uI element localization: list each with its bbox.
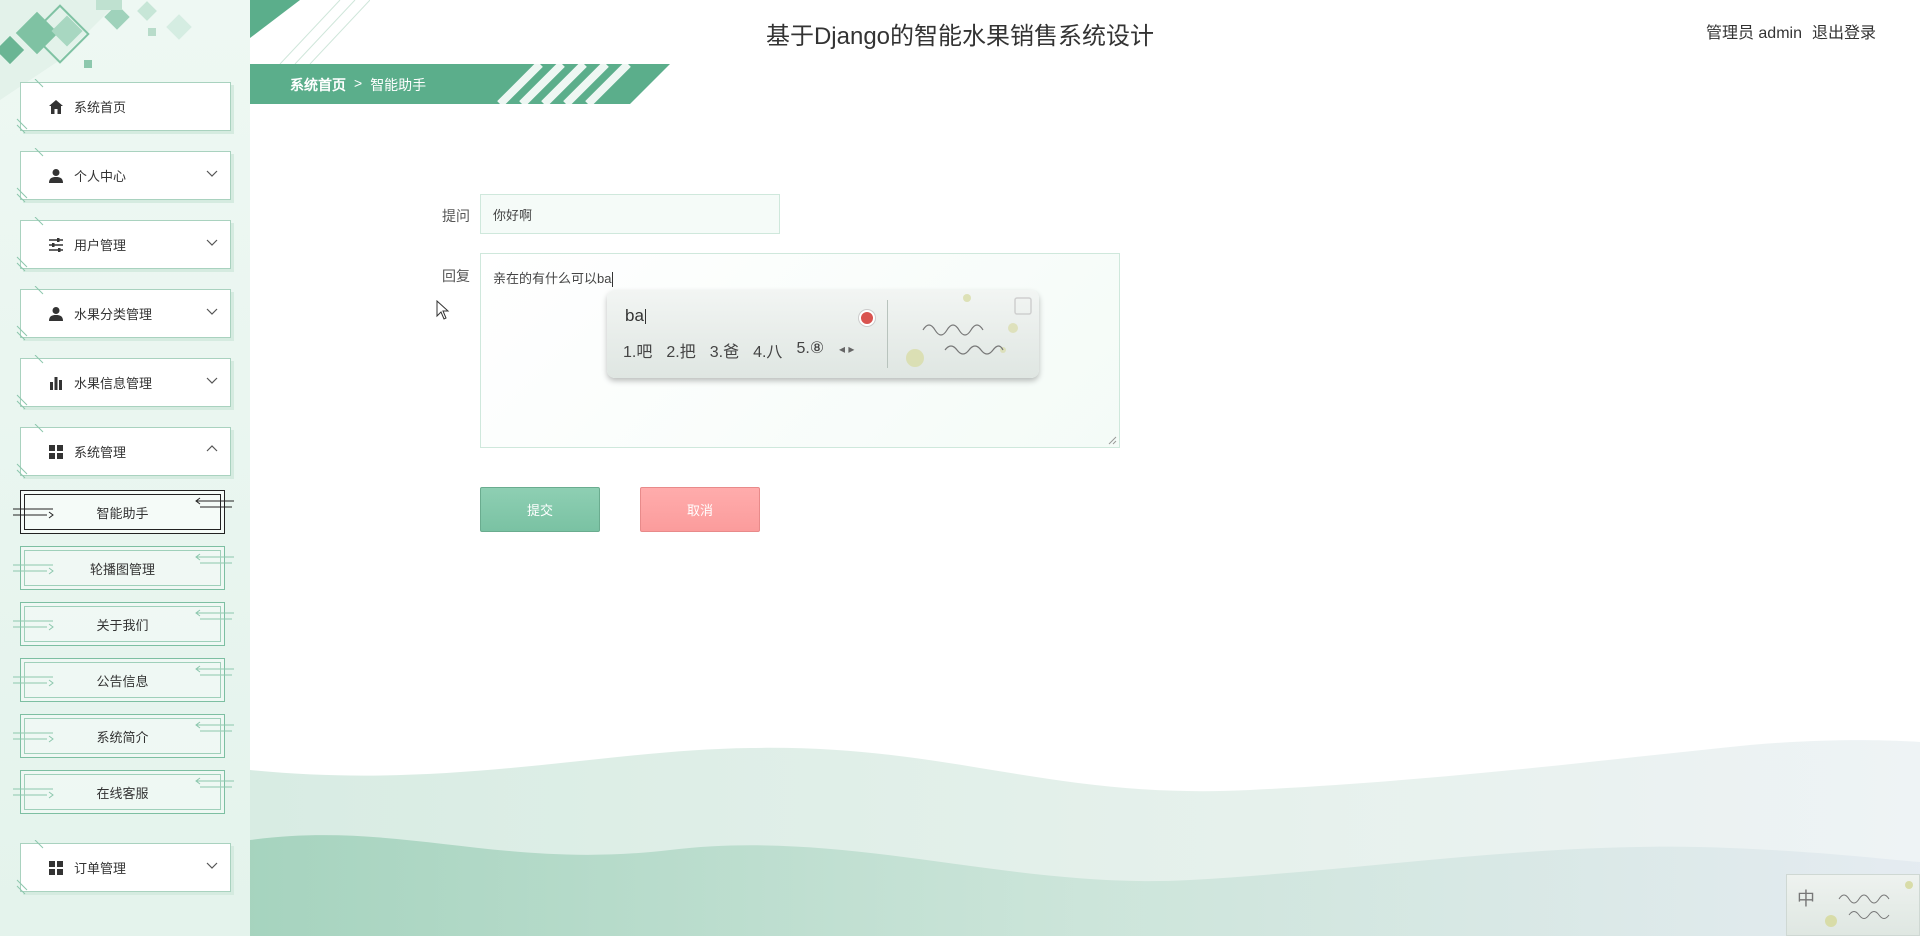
arrow-decoration: [13, 564, 54, 575]
arrow-decoration: [13, 676, 54, 687]
menu-decoration: [16, 217, 44, 272]
sliders-icon: [47, 236, 65, 254]
sidebar-item-label: 用户管理: [74, 238, 127, 253]
breadcrumb-current: 智能助手: [370, 77, 427, 93]
ime-typed-text: ba: [625, 306, 646, 325]
user-icon: [47, 305, 65, 323]
sidebar-item-fruit-category[interactable]: 水果分类管理: [16, 286, 231, 341]
ime-candidate[interactable]: 1.吧: [623, 338, 652, 362]
sidebar-item-user-management[interactable]: 用户管理: [16, 217, 231, 272]
sidebar-item-fruit-info[interactable]: 水果信息管理: [16, 355, 231, 410]
sidebar-subitem-label: 轮播图管理: [89, 561, 155, 577]
question-input[interactable]: 你好啊: [480, 194, 780, 234]
reply-label: 回复: [442, 268, 470, 284]
submit-button[interactable]: 提交: [480, 487, 600, 532]
arrow-decoration: [195, 497, 234, 508]
grid-icon: [47, 859, 65, 877]
text-caret: [612, 272, 614, 288]
sidebar-item-label: 订单管理: [74, 861, 127, 876]
sidebar-item-label: 系统管理: [74, 445, 127, 460]
bar-chart-icon: [47, 374, 65, 392]
ime-candidate-popup: ba 1.吧 2.把 3.爸 4.八 5.⑧ ◂ ▸: [607, 290, 1039, 378]
arrow-decoration: [13, 508, 54, 519]
grid-icon: [47, 443, 65, 461]
ime-skin-artwork: [906, 294, 1032, 367]
sidebar-subitem-carousel[interactable]: 轮播图管理: [13, 546, 234, 590]
sidebar: 系统首页 个人中心 用户管理 水果分类管理 水果信息管理 系统管理 智能助手 轮…: [0, 0, 250, 936]
arrow-decoration: [195, 777, 234, 788]
ime-candidates: 1.吧 2.把 3.爸 4.八 5.⑧: [623, 338, 824, 362]
breadcrumb-home[interactable]: 系统首页: [290, 75, 346, 95]
user-area: 管理员 admin 退出登录: [1706, 19, 1876, 43]
resize-handle-icon[interactable]: [1107, 435, 1117, 445]
arrow-decoration: [13, 620, 54, 631]
sidebar-subitem-label: 关于我们: [96, 617, 149, 633]
sidebar-item-system-management[interactable]: 系统管理: [16, 424, 231, 479]
menu-decoration: [16, 424, 44, 479]
chevron-down-icon: [206, 170, 218, 177]
sidebar-item-home[interactable]: 系统首页: [16, 79, 231, 134]
ime-candidate[interactable]: 3.爸: [710, 338, 739, 362]
arrow-decoration: [13, 788, 54, 799]
ime-candidate[interactable]: 5.⑧: [796, 338, 824, 362]
logout-link[interactable]: 退出登录: [1812, 19, 1876, 43]
ime-divider: [887, 300, 888, 368]
menu-decoration: [16, 355, 44, 410]
ime-candidate[interactable]: 2.把: [666, 338, 695, 362]
sidebar-subitem-label: 智能助手: [96, 505, 149, 521]
sidebar-subitem-label: 在线客服: [96, 785, 149, 801]
sidebar-item-label: 水果信息管理: [74, 376, 153, 391]
sidebar-subitem-label: 公告信息: [96, 673, 149, 689]
chevron-down-icon: [206, 308, 218, 315]
chevron-up-icon: [206, 445, 218, 452]
sidebar-subitem-online-service[interactable]: 在线客服: [13, 770, 234, 814]
ime-pager-icon[interactable]: ◂ ▸: [839, 342, 854, 356]
ime-status-artwork: [1825, 881, 1913, 927]
menu-decoration: [16, 286, 44, 341]
arrow-decoration: [195, 553, 234, 564]
sidebar-subitem-system-intro[interactable]: 系统简介: [13, 714, 234, 758]
sidebar-item-label: 系统首页: [74, 100, 127, 115]
arrow-decoration: [13, 732, 54, 743]
chevron-down-icon: [206, 862, 218, 869]
wave-background: [250, 740, 1920, 936]
menu-decoration: [16, 148, 44, 203]
home-icon: [47, 98, 65, 116]
sidebar-item-label: 水果分类管理: [74, 307, 153, 322]
sidebar-subitem-announcements[interactable]: 公告信息: [13, 658, 234, 702]
menu-decoration: [16, 79, 44, 134]
ime-status-bar[interactable]: 中: [1786, 874, 1920, 936]
ime-candidate[interactable]: 4.八: [753, 338, 782, 362]
sidebar-item-label: 个人中心: [74, 169, 127, 184]
mouse-cursor-icon: [436, 300, 450, 320]
menu-decoration: [16, 840, 44, 895]
user-icon: [47, 167, 65, 185]
sidebar-subitem-smart-assistant[interactable]: 智能助手: [13, 490, 234, 534]
sidebar-item-personal-center[interactable]: 个人中心: [16, 148, 231, 203]
ime-mode-indicator[interactable]: 中: [1797, 885, 1815, 911]
site-title: 基于Django的智能水果销售系统设计: [765, 23, 1155, 50]
breadcrumb-separator: >: [354, 75, 363, 91]
current-user: 管理员 admin: [1705, 25, 1802, 42]
sidebar-subitem-label: 系统简介: [96, 729, 149, 745]
sidebar-item-order-management[interactable]: 订单管理: [16, 840, 231, 895]
arrow-decoration: [195, 721, 234, 732]
chevron-down-icon: [206, 239, 218, 246]
cancel-button[interactable]: 取消: [640, 487, 760, 532]
arrow-decoration: [195, 665, 234, 676]
sidebar-subitem-about-us[interactable]: 关于我们: [13, 602, 234, 646]
chevron-down-icon: [206, 377, 218, 384]
arrow-decoration: [195, 609, 234, 620]
breadcrumb: 系统首页 > 智能助手: [250, 64, 670, 104]
question-value: 你好啊: [493, 207, 533, 223]
reply-value: 亲在的有什么可以ba: [493, 271, 612, 286]
question-label: 提问: [442, 208, 470, 224]
ime-logo-icon[interactable]: [859, 310, 875, 326]
